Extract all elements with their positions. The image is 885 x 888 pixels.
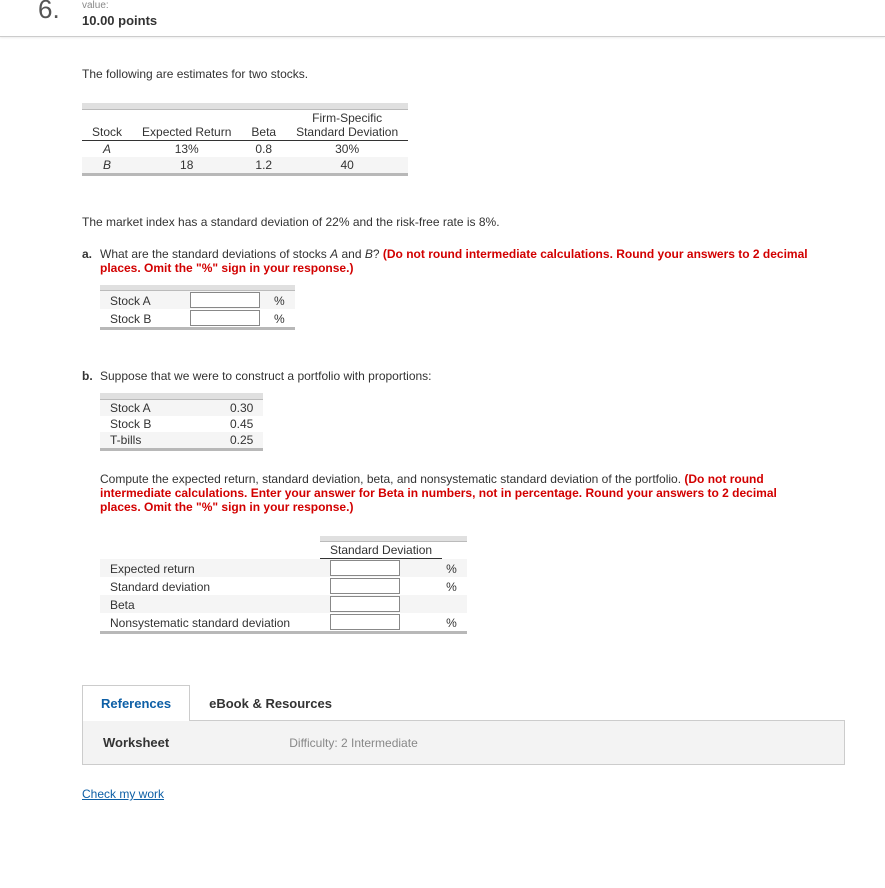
input-nonsystematic-sd[interactable] xyxy=(330,614,400,630)
part-a-answer-table: Stock A % Stock B % xyxy=(100,285,295,331)
input-stock-a-sd[interactable] xyxy=(190,292,260,308)
unit-pct: % xyxy=(270,309,295,327)
market-text: The market index has a standard deviatio… xyxy=(82,215,845,229)
table-cell: B xyxy=(82,157,132,173)
text: Compute the expected return, standard de… xyxy=(100,472,684,486)
table-cell: 0.30 xyxy=(220,399,263,416)
table-cell: 13% xyxy=(132,140,241,157)
question-number: 6. xyxy=(38,0,60,25)
col-beta: Beta xyxy=(241,109,286,140)
worksheet-link[interactable]: Worksheet xyxy=(103,735,169,750)
text: and xyxy=(338,247,365,261)
table-cell: 0.8 xyxy=(241,140,286,157)
table-cell: 18 xyxy=(132,157,241,173)
value-label: value: xyxy=(82,0,885,11)
table-cell: T-bills xyxy=(100,432,220,448)
part-b-question: Suppose that we were to construct a port… xyxy=(100,369,845,383)
stock-estimates-table: Stock Expected Return Beta Firm-Specific… xyxy=(82,103,408,176)
row-label: Standard deviation xyxy=(100,577,320,595)
difficulty-label: Difficulty: 2 Intermediate xyxy=(289,736,418,750)
col-expected-return: Expected Return xyxy=(132,109,241,140)
text: B xyxy=(365,247,373,261)
unit-pct: % xyxy=(442,577,467,595)
part-a-letter: a. xyxy=(82,247,100,275)
text: ? xyxy=(373,247,383,261)
row-label-stock-a: Stock A xyxy=(100,291,180,310)
part-b-answer-table: Standard Deviation Expected return % Sta… xyxy=(100,536,467,635)
unit-pct: % xyxy=(270,291,295,310)
col-stock: Stock xyxy=(82,109,132,140)
points-value: 10.00 points xyxy=(82,13,885,28)
compute-text: Compute the expected return, standard de… xyxy=(100,472,815,514)
table-cell: 30% xyxy=(286,140,408,157)
input-beta[interactable] xyxy=(330,596,400,612)
unit xyxy=(442,595,467,613)
table-cell: 0.45 xyxy=(220,416,263,432)
tab-references[interactable]: References xyxy=(82,685,190,721)
col-fssd: Firm-Specific Standard Deviation xyxy=(286,109,408,140)
unit-pct: % xyxy=(442,559,467,578)
row-label-stock-b: Stock B xyxy=(100,309,180,327)
table-cell: Stock A xyxy=(100,399,220,416)
col-standard-deviation: Standard Deviation xyxy=(320,542,442,559)
row-label: Nonsystematic standard deviation xyxy=(100,613,320,631)
table-cell: 1.2 xyxy=(241,157,286,173)
unit-pct: % xyxy=(442,613,467,631)
input-expected-return[interactable] xyxy=(330,560,400,576)
table-cell: A xyxy=(82,140,132,157)
proportions-table: Stock A 0.30 Stock B 0.45 T-bills 0.25 xyxy=(100,393,263,451)
text: What are the standard deviations of stoc… xyxy=(100,247,330,261)
row-label: Expected return xyxy=(100,559,320,578)
part-b-letter: b. xyxy=(82,369,100,383)
input-stock-b-sd[interactable] xyxy=(190,310,260,326)
check-my-work-link[interactable]: Check my work xyxy=(82,787,164,801)
intro-text: The following are estimates for two stoc… xyxy=(82,67,845,81)
table-cell: 40 xyxy=(286,157,408,173)
part-a-question: What are the standard deviations of stoc… xyxy=(100,247,845,275)
tab-ebook-resources[interactable]: eBook & Resources xyxy=(190,685,351,721)
row-label: Beta xyxy=(100,595,320,613)
table-cell: 0.25 xyxy=(220,432,263,448)
text: A xyxy=(330,247,338,261)
input-standard-deviation[interactable] xyxy=(330,578,400,594)
table-cell: Stock B xyxy=(100,416,220,432)
